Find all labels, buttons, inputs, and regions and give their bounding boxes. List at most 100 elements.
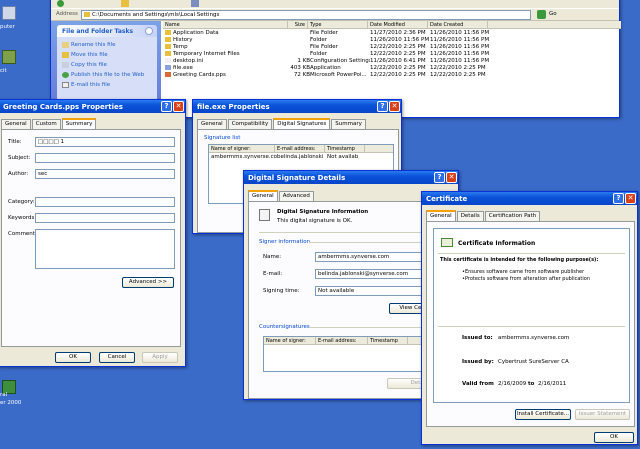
address-value: C:\Documents and Settings\mls\Local Sett… [92, 12, 220, 18]
file-list-header: Name Size Type Date Modified Date Create… [163, 21, 621, 29]
file-name: Temp [173, 44, 188, 50]
col-modified[interactable]: Date Modified [368, 21, 428, 28]
fileexe-tabs: General Compatibility Digital Signatures… [197, 118, 366, 129]
tab-general[interactable]: General [248, 190, 278, 201]
col-timestamp[interactable]: Timestamp [368, 337, 408, 344]
col-created[interactable]: Date Created [428, 21, 488, 28]
file-size: 403 KB [290, 65, 310, 71]
advanced-button[interactable]: Advanced >> [122, 277, 174, 288]
signer-name: ambermms.synverse.com [211, 154, 277, 160]
file-row[interactable]: Temp File Folder 12/22/2010 2:25 PM 11/26/2… [165, 44, 490, 50]
file-type: File Folder [310, 30, 338, 36]
tab-certification-path[interactable]: Certification Path [484, 211, 541, 221]
email-label: E-mail: [263, 271, 283, 277]
file-row[interactable]: file.exe 403 KB Application 12/22/2010 2:25… [165, 65, 490, 71]
file-row[interactable]: Application Data File Folder 11/27/2010 2:… [165, 30, 490, 36]
task-move[interactable]: Move this file [71, 52, 108, 58]
comments-field[interactable] [35, 229, 175, 269]
issuer-statement-button[interactable]: Issuer Statement [575, 409, 630, 420]
file-name-cell: desktop.ini [165, 58, 290, 64]
tab-summary[interactable]: Summary [61, 118, 97, 129]
task-rename[interactable]: Rename this file [71, 42, 115, 48]
file-name: History [173, 37, 193, 43]
apply-button[interactable]: Apply [142, 352, 178, 363]
col-timestamp[interactable]: Timestamp [325, 145, 365, 152]
collapse-icon[interactable] [145, 27, 153, 35]
help-button[interactable]: ? [613, 193, 624, 204]
category-field[interactable] [35, 197, 175, 207]
col-signer[interactable]: Name of signer: [209, 145, 275, 152]
tab-digital-signatures[interactable]: Digital Signatures [273, 118, 331, 129]
col-signer[interactable]: Name of signer: [264, 337, 316, 344]
subject-field[interactable] [35, 153, 175, 163]
cancel-button[interactable]: Cancel [99, 352, 135, 363]
folder-icon [165, 30, 171, 35]
back-icon[interactable] [57, 0, 64, 7]
network-icon[interactable] [2, 50, 16, 64]
cert-title[interactable]: Certificate [422, 192, 637, 205]
help-button[interactable]: ? [434, 172, 445, 183]
file-created: 12/22/2010 2:25 PM [430, 65, 486, 71]
desktop: { "desktop":{"icon_labels":["puter","cit… [0, 0, 640, 449]
signature-row[interactable]: ambermms.synverse.com belinda.jablonski … [211, 154, 367, 160]
rename-icon [62, 42, 69, 48]
tab-summary[interactable]: Summary [331, 119, 366, 129]
fileexe-title[interactable]: file.exe Properties [193, 100, 401, 113]
subject-label: Subject: [8, 155, 31, 161]
task-copy[interactable]: Copy this file [71, 62, 107, 68]
col-size[interactable]: Size [288, 21, 308, 28]
desktop-icon-label: ral [0, 392, 8, 398]
help-button[interactable]: ? [377, 101, 388, 112]
col-email[interactable]: E-mail address: [275, 145, 325, 152]
tab-custom[interactable]: Custom [31, 119, 61, 129]
file-row[interactable]: Temporary Internet Files Folder 12/22/2010… [165, 51, 490, 57]
keywords-field[interactable] [35, 213, 175, 223]
explorer-toolbar [51, 0, 619, 8]
author-field[interactable]: sec [35, 169, 175, 179]
email-icon [62, 82, 69, 88]
tasks-title[interactable]: File and Folder Tasks [57, 25, 157, 37]
task-email[interactable]: E-mail this file [71, 82, 110, 88]
help-button[interactable]: ? [161, 101, 172, 112]
tab-general[interactable]: General [426, 210, 456, 221]
file-row[interactable]: desktop.ini 1 KB Configuration Settings 11/… [165, 58, 490, 64]
tab-general[interactable]: General [1, 119, 31, 129]
tab-general[interactable]: General [197, 119, 227, 129]
file-modified: 12/22/2010 2:25 PM [370, 51, 426, 57]
go-arrow-icon[interactable] [537, 10, 546, 19]
close-button[interactable]: ✕ [173, 101, 184, 112]
file-size: 1 KB [297, 58, 310, 64]
file-size: 72 KB [293, 72, 310, 78]
go-button[interactable]: Go [549, 11, 557, 17]
title-field[interactable]: □□□□ 1 [35, 137, 175, 147]
address-bar: Address C:\Documents and Settings\mls\Lo… [51, 9, 619, 21]
folder-up-icon[interactable] [121, 0, 129, 7]
file-row[interactable]: Greeting Cards.pps 72 KB Microsoft PowerPo… [165, 72, 490, 78]
col-type[interactable]: Type [308, 21, 368, 28]
signer-email: belinda.jablonski [277, 154, 324, 160]
folder-icon [165, 44, 171, 49]
file-row[interactable]: History Folder 11/26/2010 11:56 PM 11/26/20… [165, 37, 490, 43]
dsd-title[interactable]: Digital Signature Details [244, 171, 458, 184]
address-input[interactable]: C:\Documents and Settings\mls\Local Sett… [81, 10, 531, 20]
cert-tabs: General Details Certification Path [426, 210, 541, 221]
my-computer-icon[interactable] [2, 6, 16, 20]
close-button[interactable]: ✕ [446, 172, 457, 183]
close-button[interactable]: ✕ [389, 101, 400, 112]
col-name[interactable]: Name [163, 21, 288, 28]
greeting-title[interactable]: Greeting Cards.pps Properties [0, 100, 185, 113]
ok-button[interactable]: OK [594, 432, 634, 443]
close-button[interactable]: ✕ [625, 193, 636, 204]
install-certificate-button[interactable]: Install Certificate... [515, 409, 571, 420]
tab-advanced[interactable]: Advanced [278, 191, 314, 201]
category-label: Category: [8, 199, 35, 205]
task-publish[interactable]: Publish this file to the Web [71, 72, 144, 78]
views-icon[interactable] [191, 0, 199, 7]
file-name-cell: Temp [165, 44, 290, 50]
col-email[interactable]: E-mail address: [316, 337, 368, 344]
tab-compatibility[interactable]: Compatibility [227, 119, 273, 129]
file-modified: 11/26/2010 11:56 PM [370, 37, 430, 43]
separator [438, 326, 625, 327]
tab-details[interactable]: Details [456, 211, 484, 221]
ok-button[interactable]: OK [55, 352, 91, 363]
